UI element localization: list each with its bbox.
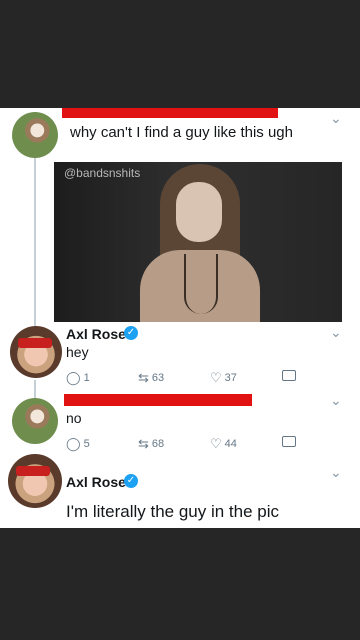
mail-icon [282, 370, 296, 381]
retweet-count: 63 [151, 372, 165, 384]
thread-line [34, 380, 36, 398]
heart-icon: ♡ [210, 370, 222, 385]
bandana [18, 338, 52, 348]
dm-button[interactable] [282, 436, 296, 450]
dm-button[interactable] [282, 370, 296, 384]
tweet-thread-card: ⌄ why can't I find a guy like this ugh @… [0, 108, 360, 528]
heart-icon: ♡ [210, 436, 222, 451]
avatar[interactable] [10, 326, 62, 378]
like-button[interactable]: ♡ 44 [210, 436, 237, 452]
mail-icon [282, 436, 296, 447]
chevron-down-icon[interactable]: ⌄ [330, 464, 342, 481]
like-button[interactable]: ♡ 37 [210, 370, 237, 386]
reply-count: 5 [83, 438, 90, 450]
reply-icon: ◯ [66, 436, 81, 451]
avatar[interactable] [8, 454, 62, 508]
retweet-count: 68 [151, 438, 165, 450]
retweet-icon: ⇆ [138, 436, 149, 451]
tweet-text: no [66, 410, 82, 426]
bandana [16, 466, 50, 476]
retweet-icon: ⇆ [138, 370, 149, 385]
redacted-name-bar [64, 394, 252, 406]
redacted-name-bar [62, 108, 278, 118]
reply-button[interactable]: ◯ 1 [66, 370, 90, 386]
chevron-down-icon[interactable]: ⌄ [330, 392, 342, 409]
chevron-down-icon[interactable]: ⌄ [330, 324, 342, 341]
photo-subject-face [176, 182, 222, 242]
tweet-photo[interactable]: @bandsnshits [54, 162, 342, 322]
reply-button[interactable]: ◯ 5 [66, 436, 90, 452]
tweet-text: I'm literally the guy in the pic [66, 502, 280, 521]
like-count: 44 [224, 438, 237, 450]
verified-badge-icon: ✓ [124, 326, 138, 340]
chevron-down-icon[interactable]: ⌄ [330, 110, 342, 127]
reply-icon: ◯ [66, 370, 81, 385]
display-name[interactable]: Axl Rose [66, 474, 126, 490]
thread-line [34, 158, 36, 326]
photo-necklace [184, 254, 218, 314]
like-count: 37 [224, 372, 237, 384]
verified-badge-icon: ✓ [124, 474, 138, 488]
display-name[interactable]: Axl Rose [66, 326, 126, 342]
avatar[interactable] [12, 398, 58, 444]
reply-count: 1 [83, 372, 90, 384]
retweet-button[interactable]: ⇆ 68 [138, 436, 164, 452]
tweet-text: why can't I find a guy like this ugh [70, 124, 293, 141]
avatar[interactable] [12, 112, 58, 158]
photo-watermark: @bandsnshits [64, 166, 141, 180]
retweet-button[interactable]: ⇆ 63 [138, 370, 164, 386]
tweet-text: hey [66, 344, 89, 360]
